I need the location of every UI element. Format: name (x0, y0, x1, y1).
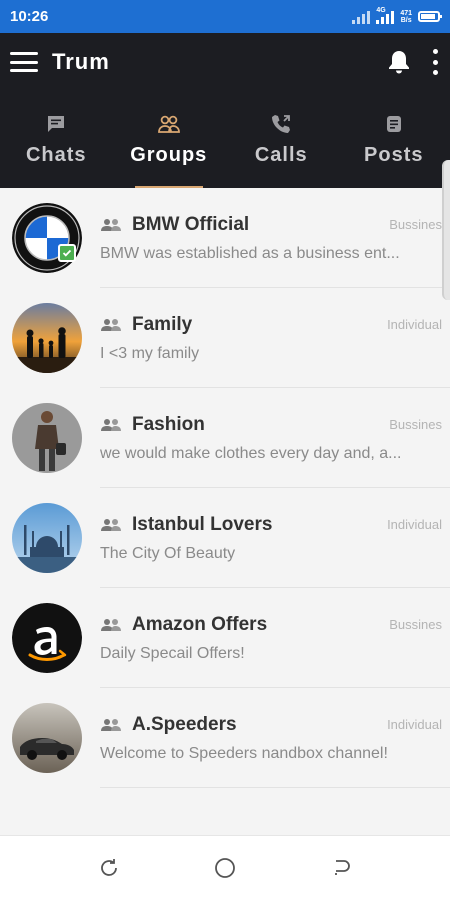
group-preview: The City Of Beauty (100, 544, 236, 562)
group-icon (101, 618, 121, 631)
list-item-content: Fashion Bussines we would make clothes e… (100, 414, 450, 463)
net-speed: 471 B/s (400, 10, 412, 24)
status-time: 10:26 (10, 8, 49, 25)
back-icon[interactable] (328, 855, 354, 881)
app-header: Trum Chats Groups Calls Posts (0, 33, 450, 188)
group-name: Fashion (132, 413, 205, 435)
phone-icon (270, 112, 292, 136)
group-preview: Daily Specail Offers! (100, 644, 245, 662)
group-type: Bussines (389, 417, 442, 432)
avatar-istanbul-photo (12, 503, 82, 573)
group-type: Individual (387, 317, 442, 332)
list-item-header: Family Individual (100, 314, 442, 336)
list-item-fashion[interactable]: Fashion Bussines we would make clothes e… (0, 388, 450, 488)
tab-groups[interactable]: Groups (113, 91, 226, 188)
system-nav-bar (0, 835, 450, 900)
list-item-amazon-offers[interactable]: Amazon Offers Bussines Daily Specail Off… (0, 588, 450, 688)
avatar-car-photo (12, 703, 82, 773)
group-list: BMW Official Bussines BMW was establishe… (0, 188, 450, 788)
list-item-bmw-official[interactable]: BMW Official Bussines BMW was establishe… (0, 188, 450, 288)
tab-chats-label: Chats (25, 144, 87, 166)
signal-4g-icon: 4G (376, 6, 395, 24)
group-name: Family (132, 313, 193, 335)
tab-chats[interactable]: Chats (0, 91, 113, 188)
scroll-handle[interactable] (442, 160, 450, 300)
group-preview: BMW was established as a business ent... (100, 244, 400, 262)
list-item-content: Amazon Offers Bussines Daily Specail Off… (100, 614, 450, 663)
group-icon (101, 718, 121, 731)
net-type-label: 4G (376, 6, 386, 14)
avatar-fashion-photo (12, 403, 82, 473)
recent-apps-icon[interactable] (96, 855, 122, 881)
group-icon (101, 418, 121, 431)
net-speed-value: 471 (400, 9, 412, 17)
group-type: Bussines (389, 217, 442, 232)
group-type: Bussines (389, 617, 442, 632)
tab-posts-label: Posts (364, 144, 424, 166)
group-icon (101, 518, 121, 531)
list-item-header: A.Speeders Individual (100, 714, 442, 736)
list-item-header: Amazon Offers Bussines (100, 614, 442, 636)
tab-bar: Chats Groups Calls Posts (0, 91, 450, 188)
group-name: A.Speeders (132, 713, 237, 735)
list-item-header: BMW Official Bussines (100, 214, 442, 236)
avatar-family-photo (12, 303, 82, 373)
tab-groups-label: Groups (130, 144, 208, 166)
group-name: BMW Official (132, 213, 250, 235)
list-item-istanbul-lovers[interactable]: Istanbul Lovers Individual The City Of B… (0, 488, 450, 588)
status-icons: 4G 471 B/s (352, 6, 442, 24)
verified-badge-icon (58, 244, 76, 262)
notifications-bell-icon[interactable] (384, 47, 414, 77)
group-type: Individual (387, 717, 442, 732)
groups-icon (157, 112, 181, 136)
app-title: Trum (52, 49, 110, 74)
list-item-family[interactable]: Family Individual I <3 my family (0, 288, 450, 388)
tab-posts[interactable]: Posts (338, 91, 450, 188)
chat-icon (46, 112, 66, 136)
net-speed-unit: B/s (400, 16, 412, 24)
group-preview: we would make clothes every day and, a..… (100, 444, 402, 462)
group-preview: Welcome to Speeders nandbox channel! (100, 744, 388, 762)
list-item-a-speeders[interactable]: A.Speeders Individual Welcome to Speeder… (0, 688, 450, 788)
group-name: Istanbul Lovers (132, 513, 273, 535)
home-icon[interactable] (212, 855, 238, 881)
list-item-header: Istanbul Lovers Individual (100, 514, 442, 536)
group-icon (101, 218, 121, 231)
avatar-bmw-logo (12, 203, 82, 273)
battery-icon (418, 11, 442, 22)
tab-calls-label: Calls (254, 144, 308, 166)
tab-calls[interactable]: Calls (225, 91, 338, 188)
list-item-content: A.Speeders Individual Welcome to Speeder… (100, 714, 450, 763)
list-item-content: Istanbul Lovers Individual The City Of B… (100, 514, 450, 563)
group-name: Amazon Offers (132, 613, 268, 635)
list-item-content: Family Individual I <3 my family (100, 314, 450, 363)
status-bar: 10:26 4G 471 B/s (0, 0, 450, 33)
group-type: Individual (387, 517, 442, 532)
toolbar: Trum (0, 33, 450, 91)
posts-icon (385, 112, 403, 136)
list-item-content: BMW Official Bussines BMW was establishe… (100, 214, 450, 263)
more-options-icon[interactable] (430, 49, 440, 75)
group-icon (101, 318, 121, 331)
avatar-amazon-logo (12, 603, 82, 673)
hamburger-menu-icon[interactable] (10, 52, 38, 72)
signal-icon (352, 10, 371, 24)
group-preview: I <3 my family (100, 344, 200, 362)
list-item-header: Fashion Bussines (100, 414, 442, 436)
